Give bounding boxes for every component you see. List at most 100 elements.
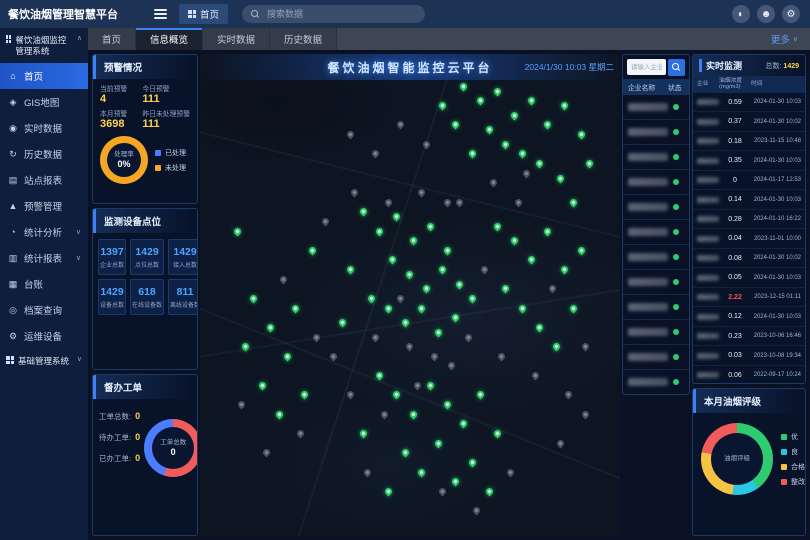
realtime-row[interactable]: 0.082024-01-30 10:02 bbox=[693, 249, 805, 269]
company-row[interactable] bbox=[623, 220, 689, 245]
map-pin-online[interactable] bbox=[535, 159, 545, 169]
map-pin-offline[interactable] bbox=[379, 409, 389, 419]
map-pin-online[interactable] bbox=[249, 294, 259, 304]
map-pin-online[interactable] bbox=[451, 120, 461, 130]
map-pin-offline[interactable] bbox=[530, 371, 540, 381]
map-pin-online[interactable] bbox=[383, 303, 393, 313]
sidebar-item-台账[interactable]: ▦台账 bbox=[0, 271, 88, 297]
map-pin-online[interactable] bbox=[346, 265, 356, 275]
map-pin-offline[interactable] bbox=[362, 467, 372, 477]
realtime-row[interactable]: 0.122024-01-30 10:03 bbox=[693, 307, 805, 327]
map-pin-online[interactable] bbox=[442, 400, 452, 410]
map-pin-offline[interactable] bbox=[383, 197, 393, 207]
map-pin-online[interactable] bbox=[568, 303, 578, 313]
company-row[interactable] bbox=[623, 195, 689, 220]
map-pin-online[interactable] bbox=[375, 371, 385, 381]
home-nav-chip[interactable]: 首页 bbox=[179, 4, 228, 24]
map-pin-offline[interactable] bbox=[581, 342, 591, 352]
hamburger-menu-icon[interactable] bbox=[154, 9, 167, 19]
map-pin-online[interactable] bbox=[493, 221, 503, 231]
map-pin-online[interactable] bbox=[451, 477, 461, 487]
map-pin-online[interactable] bbox=[409, 236, 419, 246]
map-pin-online[interactable] bbox=[451, 313, 461, 323]
map-pin-offline[interactable] bbox=[312, 332, 322, 342]
map-pin-offline[interactable] bbox=[556, 438, 566, 448]
map-pin-online[interactable] bbox=[585, 159, 595, 169]
company-row[interactable] bbox=[623, 370, 689, 395]
map-pin-offline[interactable] bbox=[413, 380, 423, 390]
map-pin-offline[interactable] bbox=[480, 265, 490, 275]
map-pin-online[interactable] bbox=[425, 380, 435, 390]
realtime-row[interactable]: 0.042023-11-01 10:00 bbox=[693, 229, 805, 249]
map-pin-offline[interactable] bbox=[472, 506, 482, 516]
map-pin-offline[interactable] bbox=[278, 274, 288, 284]
map-pin-online[interactable] bbox=[560, 265, 570, 275]
user-avatar[interactable]: ☻ bbox=[757, 5, 775, 23]
map-pin-online[interactable] bbox=[518, 303, 528, 313]
map-pin-offline[interactable] bbox=[564, 390, 574, 400]
map-pin-offline[interactable] bbox=[446, 361, 456, 371]
map-pin-offline[interactable] bbox=[404, 342, 414, 352]
map-pin-online[interactable] bbox=[509, 236, 519, 246]
realtime-row[interactable]: 0.032023-10-08 19:34 bbox=[693, 346, 805, 366]
sidebar-section2-header[interactable]: 基础管理系统 ∨ bbox=[0, 349, 88, 374]
map-pin-offline[interactable] bbox=[488, 178, 498, 188]
map-pin-online[interactable] bbox=[434, 438, 444, 448]
map-pin-offline[interactable] bbox=[497, 351, 507, 361]
map-pin-online[interactable] bbox=[501, 139, 511, 149]
sidebar-item-实时数据[interactable]: ◉实时数据 bbox=[0, 115, 88, 141]
map-pin-online[interactable] bbox=[476, 390, 486, 400]
map-pin-online[interactable] bbox=[526, 96, 536, 106]
realtime-row[interactable]: 0.142024-01-30 10:03 bbox=[693, 190, 805, 210]
realtime-row[interactable]: 2.222023-12-15 01:11 bbox=[693, 288, 805, 308]
map-pin-online[interactable] bbox=[257, 380, 267, 390]
map-pin-online[interactable] bbox=[535, 322, 545, 332]
realtime-row[interactable]: 02024-01-17 12:53 bbox=[693, 171, 805, 191]
map-pin-online[interactable] bbox=[232, 226, 242, 236]
map-pin-offline[interactable] bbox=[371, 149, 381, 159]
more-button[interactable]: 更多 ∨ bbox=[771, 32, 810, 46]
map-pin-offline[interactable] bbox=[396, 294, 406, 304]
map-pin-online[interactable] bbox=[543, 120, 553, 130]
map-pin-online[interactable] bbox=[556, 173, 566, 183]
tab-首页[interactable]: 首页 bbox=[88, 28, 136, 50]
map-pin-offline[interactable] bbox=[346, 130, 356, 140]
map-pin-online[interactable] bbox=[283, 351, 293, 361]
map-pin-offline[interactable] bbox=[396, 120, 406, 130]
map-pin-online[interactable] bbox=[560, 101, 570, 111]
map-pin-offline[interactable] bbox=[581, 409, 591, 419]
map-pin-online[interactable] bbox=[484, 486, 494, 496]
map-pin-offline[interactable] bbox=[262, 448, 272, 458]
map-pin-online[interactable] bbox=[400, 448, 410, 458]
map-pin-online[interactable] bbox=[308, 245, 318, 255]
sidebar-item-统计分析[interactable]: ◔统计分析∨ bbox=[0, 219, 88, 245]
realtime-row[interactable]: 0.592024-01-30 10:03 bbox=[693, 93, 805, 113]
sidebar-item-统计报表[interactable]: ▥统计报表∨ bbox=[0, 245, 88, 271]
realtime-row[interactable]: 0.062022-09-17 10:24 bbox=[693, 366, 805, 384]
map-pin-online[interactable] bbox=[577, 245, 587, 255]
gis-map[interactable]: 餐饮油烟智能监控云平台 2024/1/30 10:03 星期二 bbox=[200, 54, 620, 536]
map-pin-online[interactable] bbox=[291, 303, 301, 313]
map-pin-online[interactable] bbox=[577, 130, 587, 140]
tab-信息概览[interactable]: 信息概览 bbox=[136, 28, 203, 50]
map-pin-online[interactable] bbox=[526, 255, 536, 265]
realtime-row[interactable]: 0.182023-11-15 10:48 bbox=[693, 132, 805, 152]
map-pin-online[interactable] bbox=[367, 294, 377, 304]
map-pin-online[interactable] bbox=[434, 327, 444, 337]
map-pin-online[interactable] bbox=[493, 429, 503, 439]
map-pin-online[interactable] bbox=[421, 284, 431, 294]
company-search-button[interactable] bbox=[668, 59, 685, 76]
realtime-row[interactable]: 0.352024-01-30 10:03 bbox=[693, 151, 805, 171]
sidebar-item-预警管理[interactable]: ▲预警管理 bbox=[0, 193, 88, 219]
map-pin-online[interactable] bbox=[543, 226, 553, 236]
map-pin-online[interactable] bbox=[425, 221, 435, 231]
map-pin-online[interactable] bbox=[467, 294, 477, 304]
map-pin-online[interactable] bbox=[409, 409, 419, 419]
map-pin-online[interactable] bbox=[551, 342, 561, 352]
map-pin-offline[interactable] bbox=[350, 188, 360, 198]
map-pin-offline[interactable] bbox=[421, 139, 431, 149]
company-row[interactable] bbox=[623, 245, 689, 270]
map-pin-offline[interactable] bbox=[438, 486, 448, 496]
map-pin-offline[interactable] bbox=[320, 216, 330, 226]
realtime-row[interactable]: 0.282024-01-10 16:22 bbox=[693, 210, 805, 230]
